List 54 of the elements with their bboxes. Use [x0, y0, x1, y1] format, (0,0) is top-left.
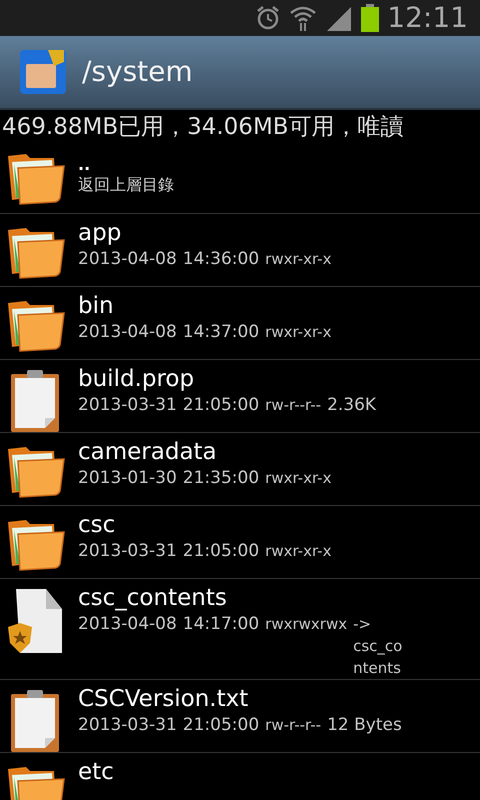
storage-info: 469.88MB已用，34.06MB可用，唯讀	[1, 113, 405, 140]
app-logo-icon	[20, 48, 66, 96]
file-time: 14:17:00	[182, 613, 260, 635]
file-size: 2.36K	[327, 394, 376, 416]
file-name: etc	[78, 758, 114, 787]
file-row[interactable]: build.prop 2013-03-31 21:05:00 rw-r--r-- 2.36K	[0, 360, 480, 433]
file-permissions: rw-r--r--	[265, 395, 322, 416]
file-row[interactable]: csc_contents 2013-04-08 14:17:00 rwxrwxrwx -> csc_contents	[0, 579, 480, 680]
file-time: 21:05:00	[182, 394, 260, 416]
file-permissions: rw-r--r--	[265, 715, 322, 736]
file-date: 2013-04-08	[78, 613, 177, 635]
file-name: cameradata	[78, 438, 218, 467]
link-arrow: ->	[353, 614, 372, 635]
clipboard-icon	[9, 368, 61, 432]
file-name: bin	[78, 292, 115, 321]
parent-dots: ..	[78, 156, 92, 172]
file-date: 2013-03-31	[78, 540, 177, 562]
file-name: build.prop	[78, 365, 196, 394]
battery-icon	[361, 4, 380, 32]
file-time: 21:35:00	[182, 467, 260, 489]
file-date: 2013-04-08	[78, 248, 177, 270]
file-date: 2013-04-08	[78, 321, 177, 343]
parent-folder-row[interactable]: .. 返回上層目錄	[0, 140, 480, 214]
file-row[interactable]: bin 2013-04-08 14:37:00 rwxr-xr-x	[0, 287, 480, 360]
parent-label: 返回上層目錄	[78, 174, 174, 196]
file-permissions: rwxr-xr-x	[265, 468, 332, 489]
file-date: 2013-03-31	[78, 714, 177, 736]
file-row[interactable]: cameradata 2013-01-30 21:35:00 rwxr-xr-x	[0, 433, 480, 506]
file-permissions: rwxr-xr-x	[265, 322, 332, 343]
file-time: 14:37:00	[182, 321, 260, 343]
file-permissions: rwxrwxrwx	[265, 614, 348, 635]
link-target: csc_contents	[353, 636, 404, 679]
file-time: 21:05:00	[182, 714, 260, 736]
file-size: 12 Bytes	[327, 714, 402, 736]
file-date: 2013-01-30	[78, 467, 177, 489]
file-row[interactable]: csc 2013-03-31 21:05:00 rwxr-xr-x	[0, 506, 480, 579]
file-permissions: rwxr-xr-x	[265, 249, 332, 270]
clipboard-icon	[9, 688, 61, 752]
file-permissions: rwxr-xr-x	[265, 541, 332, 562]
clock-time: 12:11	[387, 4, 468, 32]
signal-icon	[325, 5, 354, 31]
folder-path: /system	[82, 54, 193, 90]
file-row[interactable]: CSCVersion.txt 2013-03-31 21:05:00 rw-r--r-- 12 Bytes	[0, 680, 480, 753]
file-name: CSCVersion.txt	[78, 685, 250, 714]
file-time: 14:36:00	[182, 248, 260, 270]
wifi-icon	[289, 5, 318, 31]
file-time: 21:05:00	[182, 540, 260, 562]
file-row[interactable]: etc	[0, 753, 480, 800]
alarm-icon	[255, 5, 282, 31]
file-row[interactable]: app 2013-04-08 14:36:00 rwxr-xr-x	[0, 214, 480, 287]
file-name: app	[78, 219, 122, 248]
file-date: 2013-03-31	[78, 394, 177, 416]
file-name: csc	[78, 511, 116, 540]
file-name: csc_contents	[78, 584, 228, 613]
